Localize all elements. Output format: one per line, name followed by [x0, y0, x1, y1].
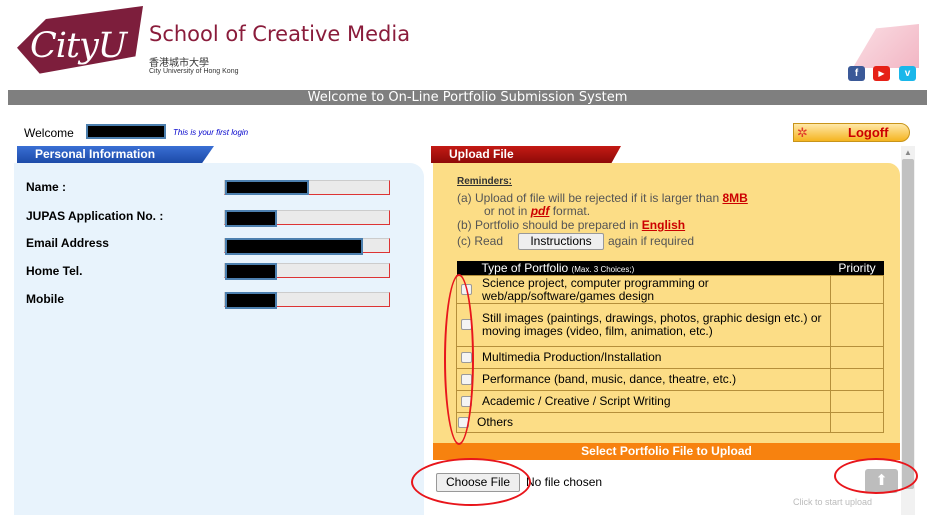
portfolio-type-cell: Performance (band, music, dance, theatre…	[456, 368, 831, 391]
priority-cell[interactable]	[830, 303, 884, 347]
tab-upload-file: Upload File	[431, 146, 621, 163]
redacted-value	[225, 292, 277, 309]
portfolio-type-label: Performance (band, music, dance, theatre…	[482, 372, 737, 386]
portfolio-type-label: Academic / Creative / Script Writing	[482, 394, 671, 408]
email-field	[224, 238, 390, 255]
redacted-value	[225, 180, 309, 195]
mobile-label: Mobile	[26, 292, 64, 306]
reminder-b: (b) Portfolio should be prepared in Engl…	[457, 218, 685, 232]
instructions-button[interactable]: Instructions	[518, 233, 604, 250]
cityu-logo-text: CityU	[30, 26, 127, 66]
name-field	[224, 180, 390, 195]
logoff-icon: ✲	[797, 125, 808, 140]
username-redacted	[86, 124, 166, 139]
scrollbar[interactable]: ▲	[901, 146, 915, 515]
annotation-checkbox-oval	[444, 274, 474, 445]
vimeo-icon[interactable]: v	[899, 66, 916, 81]
table-header: Type of Portfolio (Max. 3 Choices;) Prio…	[456, 261, 884, 276]
priority-cell[interactable]	[830, 346, 884, 369]
format-pdf: pdf	[530, 204, 550, 218]
reminder-a-line2: or not in pdf format.	[484, 204, 590, 218]
scroll-up-icon[interactable]: ▲	[904, 148, 912, 157]
type-header: Type of Portfolio (Max. 3 Choices;)	[456, 261, 831, 276]
redacted-value	[225, 238, 363, 255]
facebook-icon[interactable]: f	[848, 66, 865, 81]
table-row: Still images (paintings, drawings, photo…	[456, 303, 884, 347]
university-english-name: City University of Hong Kong	[149, 68, 239, 75]
mobile-field	[224, 292, 390, 309]
priority-header: Priority	[830, 261, 884, 276]
reminders-title: Reminders:	[457, 176, 513, 187]
select-portfolio-bar: Select Portfolio File to Upload	[433, 443, 900, 460]
portfolio-type-cell: Others	[456, 412, 831, 433]
portfolio-type-cell: Multimedia Production/Installation	[456, 346, 831, 369]
table-row: Multimedia Production/Installation	[456, 346, 884, 369]
table-row: Performance (band, music, dance, theatre…	[456, 368, 884, 391]
redacted-value	[225, 210, 277, 227]
portfolio-type-label: Science project, computer programming or…	[482, 275, 709, 303]
tab-personal-information: Personal Information	[17, 146, 214, 163]
logoff-label: Logoff	[848, 125, 889, 140]
first-login-note: This is your first login	[173, 128, 249, 137]
priority-cell[interactable]	[830, 390, 884, 413]
language-english: English	[641, 218, 686, 232]
reminder-a: (a) Upload of file will be rejected if i…	[457, 191, 748, 205]
portfolio-type-label: Still images (paintings, drawings, photo…	[482, 311, 822, 338]
reminder-a-text: (a) Upload of file will be rejected if i…	[457, 191, 723, 205]
logoff-button[interactable]: ✲ Logoff	[793, 123, 910, 142]
annotation-choose-file-oval	[411, 458, 531, 506]
home-tel-field	[224, 263, 390, 280]
portfolio-type-cell: Still images (paintings, drawings, photo…	[456, 303, 831, 347]
email-label: Email Address	[26, 236, 109, 250]
upload-caption: Click to start upload	[793, 497, 873, 507]
reminder-c: (c) Read	[457, 234, 504, 248]
reminder-b-text: (b) Portfolio should be prepared in	[457, 218, 642, 232]
portfolio-type-cell: Academic / Creative / Script Writing	[456, 390, 831, 413]
youtube-icon[interactable]: ▶	[873, 66, 890, 81]
jupas-label: JUPAS Application No. :	[26, 209, 164, 223]
portfolio-type-label: Multimedia Production/Installation	[482, 350, 662, 364]
reminder-a2-text: or not in	[484, 204, 531, 218]
no-file-chosen: No file chosen	[526, 475, 603, 489]
redacted-value	[225, 263, 277, 280]
decorative-graphic	[852, 24, 919, 68]
reminder-c-end: again if required	[608, 234, 695, 248]
portfolio-type-label: Others	[477, 415, 514, 429]
home-tel-label: Home Tel.	[26, 264, 83, 278]
priority-cell[interactable]	[830, 275, 884, 304]
school-name: School of Creative Media	[149, 22, 411, 46]
priority-cell[interactable]	[830, 368, 884, 391]
jupas-field	[224, 210, 390, 227]
type-header-note: (Max. 3 Choices;)	[571, 265, 635, 274]
type-header-label: Type of Portfolio	[481, 261, 572, 275]
university-chinese-name: 香港城市大學	[149, 58, 209, 69]
priority-cell[interactable]	[830, 412, 884, 433]
welcome-label: Welcome	[24, 126, 74, 140]
table-row: Others	[456, 412, 884, 433]
scroll-thumb[interactable]	[902, 159, 914, 489]
system-title-bar: Welcome to On-Line Portfolio Submission …	[8, 90, 927, 105]
table-row: Science project, computer programming or…	[456, 275, 884, 304]
table-row: Academic / Creative / Script Writing	[456, 390, 884, 413]
portfolio-type-table: Type of Portfolio (Max. 3 Choices;) Prio…	[456, 261, 884, 433]
reminder-a2-end: format.	[549, 204, 591, 218]
name-label: Name :	[26, 180, 67, 194]
annotation-upload-oval	[834, 458, 918, 494]
size-limit: 8MB	[722, 191, 748, 205]
portfolio-type-cell: Science project, computer programming or…	[456, 275, 831, 304]
